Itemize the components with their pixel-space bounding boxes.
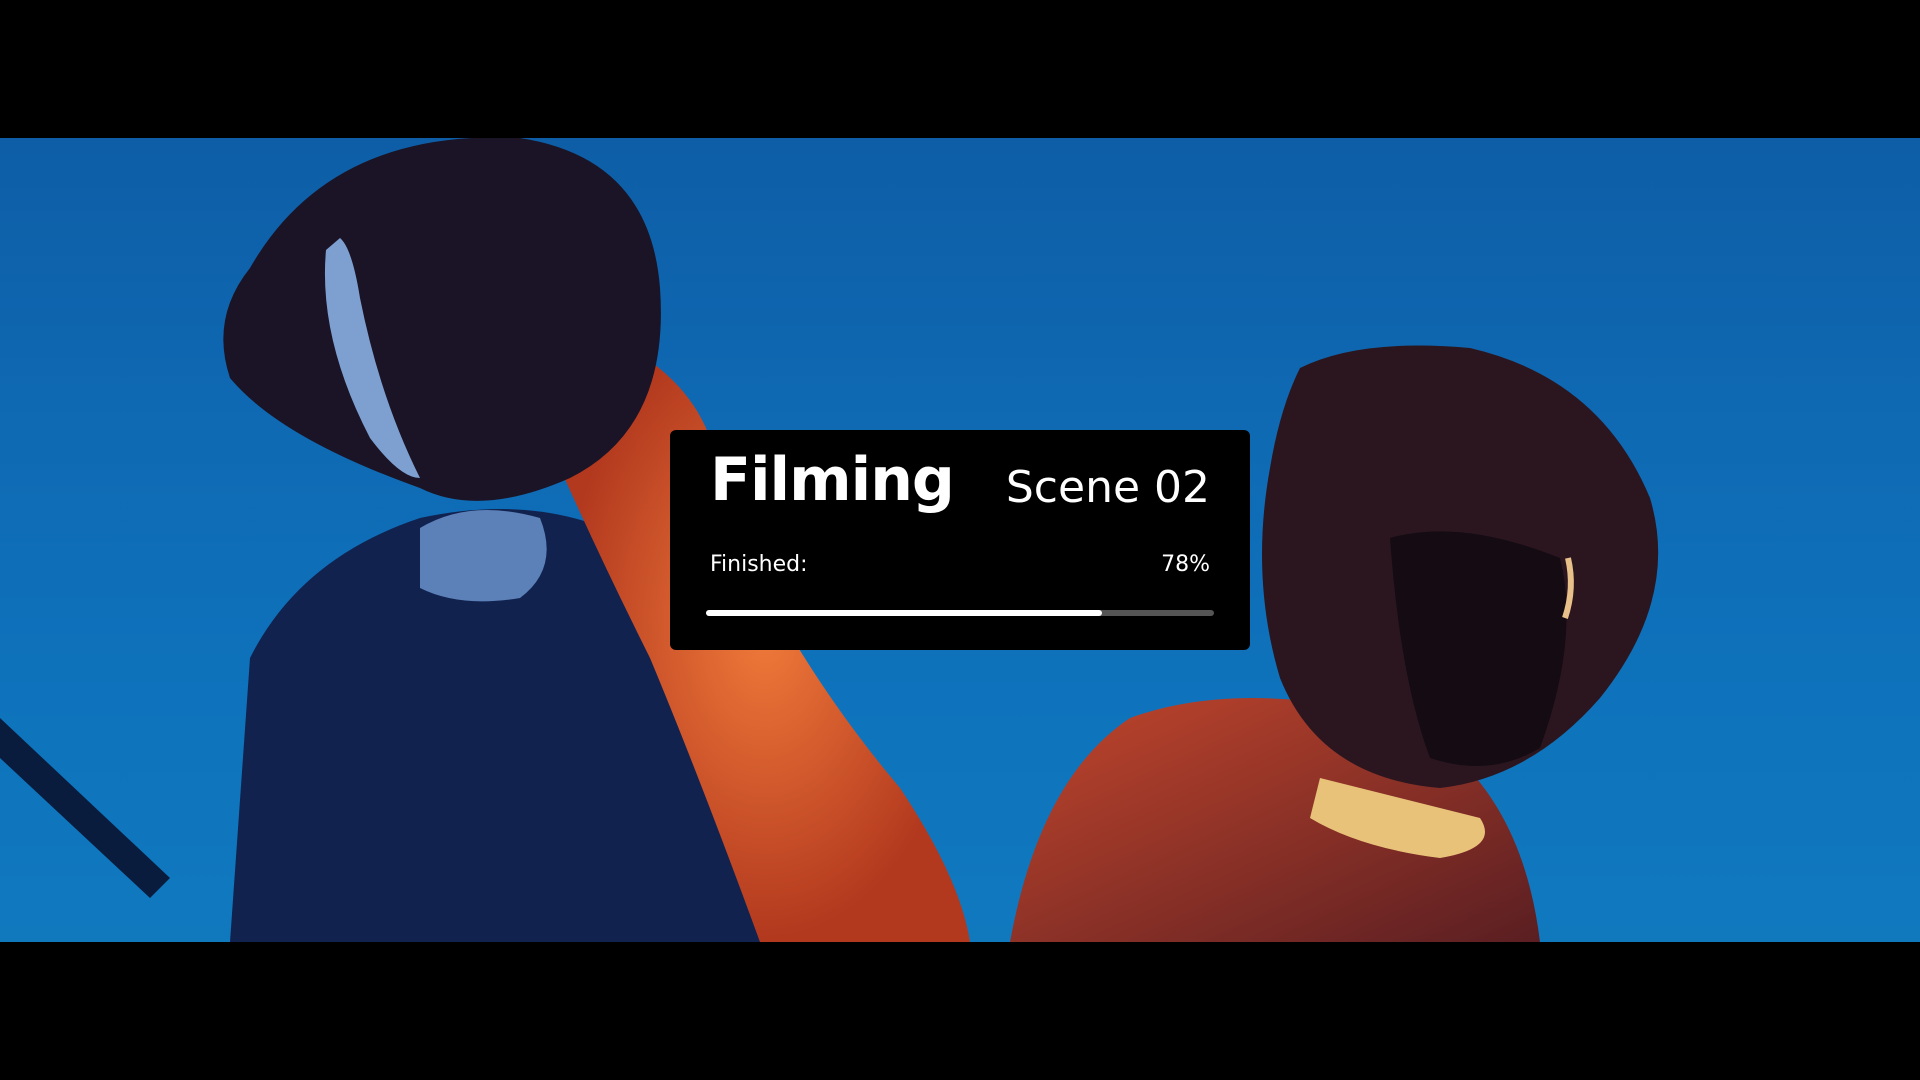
video-frame: Filming Scene 02 Finished: 78%: [0, 0, 1920, 1080]
finished-value: 78%: [1161, 552, 1210, 577]
letterbox-top: [0, 0, 1920, 138]
progress-card: Filming Scene 02 Finished: 78%: [670, 430, 1250, 650]
stick: [0, 718, 170, 898]
left-figure-collar: [420, 510, 547, 602]
card-title: Filming: [710, 445, 955, 515]
finished-label: Finished:: [710, 552, 808, 577]
letterbox-bottom: [0, 942, 1920, 1080]
scene-label: Scene 02: [1005, 462, 1210, 513]
left-figure-hood: [223, 138, 661, 501]
progress-fill: [706, 610, 1103, 616]
progress-track: [706, 610, 1214, 616]
